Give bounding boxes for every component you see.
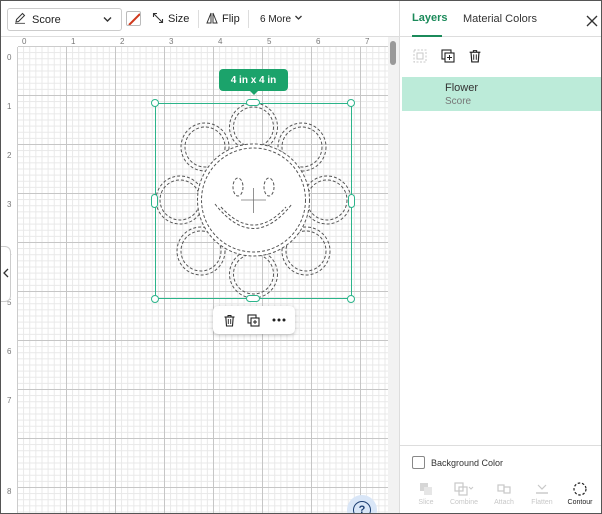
toolbar-divider [198, 10, 199, 28]
slice-button[interactable]: Slice [408, 481, 444, 513]
trash-icon[interactable] [467, 48, 483, 64]
duplicate-layer-icon[interactable] [440, 48, 456, 64]
slice-label: Slice [418, 499, 434, 506]
flip-icon [206, 12, 218, 27]
ruler-tick-label: 1 [71, 37, 76, 46]
contour-button[interactable]: Contour [562, 481, 598, 513]
attach-icon [497, 484, 511, 494]
ruler-tick-label: 6 [7, 347, 12, 356]
close-icon[interactable] [586, 15, 598, 27]
flip-label: Flip [222, 13, 240, 25]
chevron-down-icon [102, 14, 113, 28]
selection-box [155, 103, 352, 299]
ruler-corner [1, 37, 18, 47]
ruler-tick-label: 4 [218, 37, 223, 46]
size-label: Size [168, 13, 190, 25]
bottom-toolbar: Slice Combine Attach Flatten Contour [400, 479, 601, 513]
ruler-tick-label: 8 [7, 487, 12, 496]
canvas-scrollbar[interactable] [388, 37, 399, 513]
operation-select[interactable]: Score [7, 8, 122, 31]
chevron-down-icon [294, 13, 303, 25]
ruler-tick-label: 7 [365, 37, 370, 46]
flatten-icon [536, 484, 548, 494]
collapse-panel-tab[interactable] [1, 246, 11, 302]
more-menu-button[interactable]: 6 More [260, 10, 303, 28]
more-label: 6 More [260, 13, 292, 25]
background-color-label: Background Color [431, 458, 504, 468]
resize-handle-top-left[interactable] [151, 99, 159, 107]
resize-handle-bottom[interactable] [246, 295, 260, 302]
resize-handle-bottom-left[interactable] [151, 295, 159, 303]
layer-operation: Score [445, 96, 472, 107]
tab-layers[interactable]: Layers [412, 1, 447, 37]
ruler-tick-label: 5 [267, 37, 272, 46]
combine-icon [454, 482, 474, 496]
combine-button[interactable]: Combine [446, 481, 482, 513]
ruler-tick-label: 3 [169, 37, 174, 46]
ruler-tick-label: 2 [120, 37, 125, 46]
duplicate-icon [247, 313, 261, 327]
flip-button[interactable]: Flip [206, 10, 240, 28]
flatten-label: Flatten [531, 499, 553, 506]
contour-label: Contour [567, 499, 593, 506]
trash-icon [224, 314, 235, 327]
selection-context-menu [213, 306, 295, 334]
group-icon[interactable] [412, 48, 428, 64]
toolbar-divider [248, 10, 249, 28]
attach-label: Attach [494, 499, 514, 506]
ruler-tick-label: 0 [7, 53, 12, 62]
edit-toolbar: Score Size Flip 6 More [1, 1, 399, 37]
resize-handle-left[interactable] [151, 194, 158, 208]
combine-label: Combine [449, 499, 478, 506]
layer-toolbar [400, 41, 601, 71]
size-button[interactable]: Size [152, 10, 189, 28]
duplicate-button[interactable] [243, 309, 265, 331]
ruler-tick-label: 0 [22, 37, 27, 46]
ruler-tick-label: 7 [7, 396, 12, 405]
ruler-tick-label: 2 [7, 151, 12, 160]
chevron-left-icon [2, 268, 9, 281]
delete-button[interactable] [218, 309, 240, 331]
pen-icon [14, 12, 26, 27]
ruler-tick-label: 1 [7, 102, 12, 111]
resize-handle-top[interactable] [246, 99, 260, 106]
color-swatch[interactable] [126, 11, 141, 26]
attach-button[interactable]: Attach [486, 481, 522, 513]
operation-label: Score [32, 13, 61, 26]
resize-arrows-icon [152, 12, 164, 27]
slice-icon [420, 483, 432, 495]
tab-material-colors[interactable]: Material Colors [463, 1, 537, 37]
canvas-scrollbar-thumb[interactable] [390, 41, 396, 65]
layers-panel: Layers Material Colors Flower Score Back… [399, 1, 601, 513]
ruler-tick-label: 3 [7, 200, 12, 209]
ruler-horizontal: 0 1 2 3 4 5 6 7 [18, 37, 388, 47]
resize-handle-top-right[interactable] [347, 99, 355, 107]
resize-handle-right[interactable] [348, 194, 355, 208]
ruler-tick-label: 6 [316, 37, 321, 46]
question-icon: ? [353, 501, 371, 513]
background-color-checkbox[interactable] [412, 456, 425, 469]
design-space-window: Score Size Flip 6 More 0 1 2 3 4 5 6 7 0… [0, 0, 602, 514]
resize-handle-bottom-right[interactable] [347, 295, 355, 303]
flatten-button[interactable]: Flatten [524, 481, 560, 513]
ellipsis-icon [272, 318, 286, 322]
contour-icon [573, 482, 587, 496]
background-color-row: Background Color [400, 445, 601, 479]
panel-tabs: Layers Material Colors [400, 1, 601, 37]
size-badge: 4 in x 4 in [219, 69, 288, 95]
more-options-button[interactable] [268, 309, 290, 331]
layer-row-flower[interactable]: Flower Score [402, 77, 601, 111]
layer-name: Flower [445, 82, 479, 94]
